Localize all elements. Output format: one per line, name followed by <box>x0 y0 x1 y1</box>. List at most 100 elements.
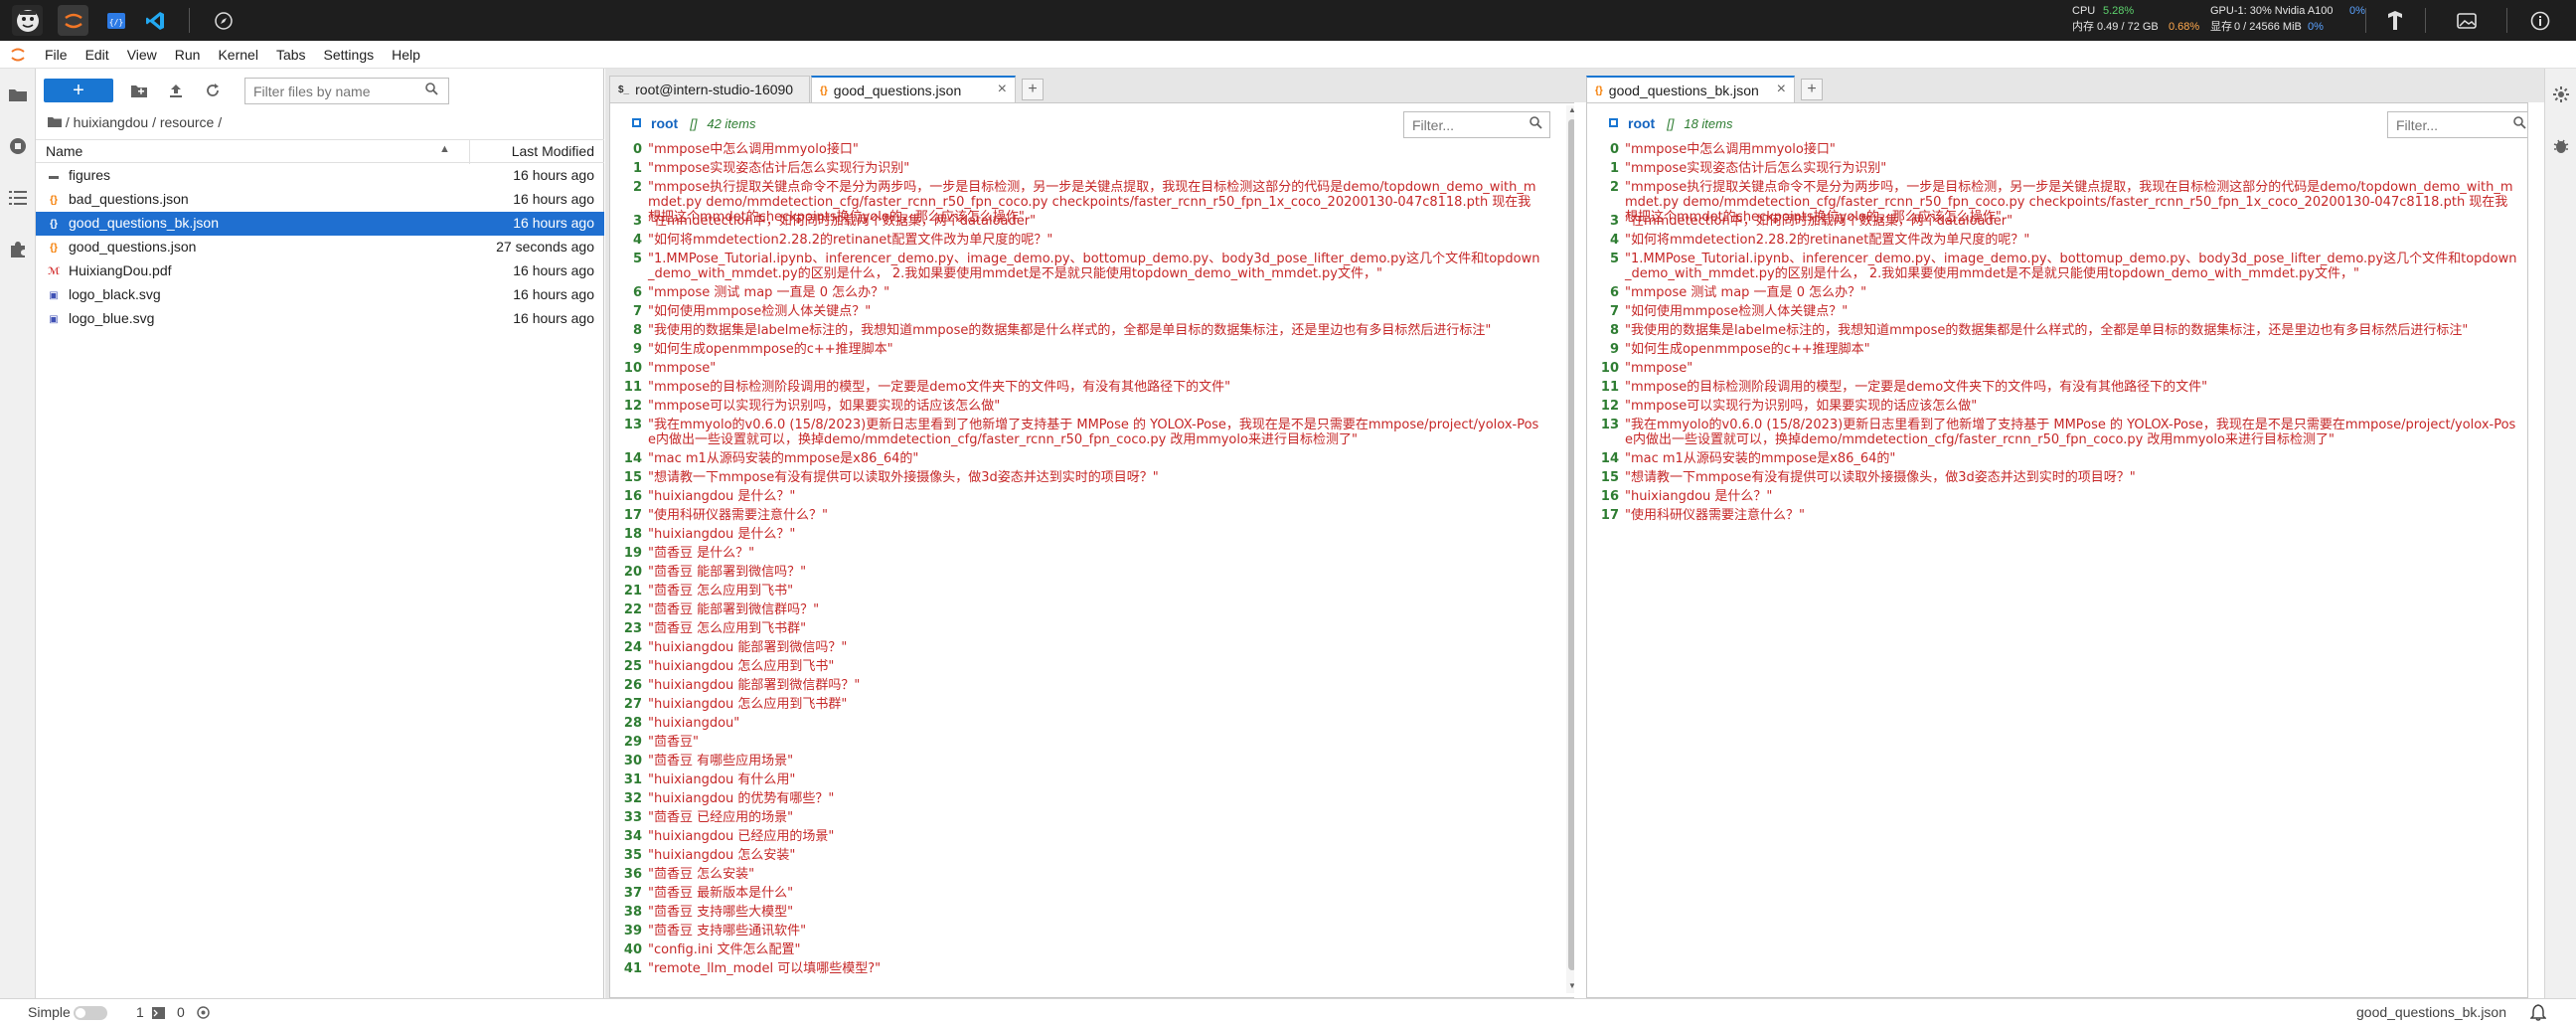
json-string-value[interactable]: "huixiangdou 怎么应用到飞书" <box>648 659 1542 674</box>
json-string-value[interactable]: "茴香豆 已经应用的场景" <box>648 810 1542 825</box>
json-item-row[interactable]: 16 "huixiangdou 是什么？" <box>610 489 1542 504</box>
json-string-value[interactable]: "茴香豆 支持哪些通讯软件" <box>648 924 1542 939</box>
refresh-icon[interactable] <box>201 79 225 102</box>
json-string-value[interactable]: "在mmdetection中，如何同时加载两个数据集，两个dataloader" <box>648 214 1542 229</box>
file-row[interactable]: ℳ HuixiangDou.pdf 16 hours ago <box>36 259 604 283</box>
json-item-row[interactable]: 11 "mmpose的目标检测阶段调用的模型，一定要是demo文件夹下的文件吗，有… <box>610 380 1542 395</box>
file-row[interactable]: {} good_questions_bk.json 16 hours ago <box>36 212 604 236</box>
add-tab-icon[interactable]: + <box>1801 79 1823 100</box>
json-item-row[interactable]: 21 "茴香豆 怎么应用到飞书" <box>610 584 1542 598</box>
extension-manager-icon[interactable] <box>6 238 30 261</box>
json-string-value[interactable]: "huixiangdou 有什么用" <box>648 772 1542 787</box>
json-string-value[interactable]: "huixiangdou 已经应用的场景" <box>648 829 1542 844</box>
json-string-value[interactable]: "mmpose中怎么调用mmyolo接口" <box>648 142 1542 157</box>
json-item-row[interactable]: 19 "茴香豆 是什么？" <box>610 546 1542 561</box>
json-item-row[interactable]: 12 "mmpose可以实现行为识别吗，如果要实现的话应该怎么做" <box>610 399 1542 414</box>
json-string-value[interactable]: "mmpose 测试 map 一直是 0 怎么办？" <box>648 285 1542 300</box>
json-string-value[interactable]: "1.MMPose_Tutorial.ipynb、inferencer_demo… <box>1625 252 2519 281</box>
json-item-row[interactable]: 12 "mmpose可以实现行为识别吗，如果要实现的话应该怎么做" <box>1587 399 2519 414</box>
json-string-value[interactable]: "huixiangdou 能部署到微信群吗？" <box>648 678 1542 693</box>
json-item-row[interactable]: 6 "mmpose 测试 map 一直是 0 怎么办？" <box>1587 285 2519 300</box>
vscode-icon[interactable] <box>139 5 170 36</box>
json-item-row[interactable]: 2 "mmpose执行提取关键点命令不是分为两步吗，一步是目标检测，另一步是关键点… <box>1587 180 2519 225</box>
property-inspector-icon[interactable] <box>2549 83 2573 106</box>
json-string-value[interactable]: "茴香豆 能部署到微信吗？" <box>648 565 1542 580</box>
json-item-row[interactable]: 40 "config.ini 文件怎么配置" <box>610 942 1542 957</box>
json-item-row[interactable]: 25 "huixiangdou 怎么应用到飞书" <box>610 659 1542 674</box>
collapse-toggle-icon[interactable] <box>1609 118 1618 127</box>
menu-help[interactable]: Help <box>383 47 429 63</box>
json-string-value[interactable]: "我在mmyolo的v0.6.0 (15/8/2023)更新日志里看到了他新增了… <box>648 418 1542 447</box>
json-item-row[interactable]: 23 "茴香豆 怎么应用到飞书群" <box>610 621 1542 636</box>
json-item-row[interactable]: 0 "mmpose中怎么调用mmyolo接口" <box>610 142 1542 157</box>
name-column-header[interactable]: Name <box>46 143 82 159</box>
menu-edit[interactable]: Edit <box>77 47 118 63</box>
json-item-row[interactable]: 20 "茴香豆 能部署到微信吗？" <box>610 565 1542 580</box>
json-string-value[interactable]: "mmpose 测试 map 一直是 0 怎么办？" <box>1625 285 2519 300</box>
column-divider[interactable] <box>469 140 470 164</box>
code-editor-icon[interactable]: {/} <box>100 5 131 36</box>
json-string-value[interactable]: "如何使用mmpose检测人体关键点？" <box>648 304 1542 319</box>
json-string-value[interactable]: "茴香豆 能部署到微信群吗？" <box>648 602 1542 617</box>
json-item-row[interactable]: 37 "茴香豆 最新版本是什么" <box>610 886 1542 901</box>
json-item-row[interactable]: 33 "茴香豆 已经应用的场景" <box>610 810 1542 825</box>
terminal-count[interactable]: 0 <box>177 1004 185 1020</box>
json-string-value[interactable]: "mmpose可以实现行为识别吗，如果要实现的话应该怎么做" <box>648 399 1542 414</box>
json-string-value[interactable]: "茴香豆 是什么？" <box>648 546 1542 561</box>
add-tab-icon[interactable]: + <box>1022 79 1044 100</box>
json-item-row[interactable]: 24 "huixiangdou 能部署到微信吗？" <box>610 640 1542 655</box>
image-gallery-icon[interactable] <box>2451 5 2482 36</box>
json-string-value[interactable]: "huixiangdou 是什么？" <box>648 527 1542 542</box>
json-string-value[interactable]: "mmpose" <box>648 361 1542 376</box>
json-string-value[interactable]: "我使用的数据集是labelme标注的，我想知道mmpose的数据集都是什么样式… <box>1625 323 2519 338</box>
json-item-row[interactable]: 5 "1.MMPose_Tutorial.ipynb、inferencer_dem… <box>610 252 1542 281</box>
intern-logo-icon[interactable] <box>12 5 43 36</box>
folder-icon[interactable] <box>6 83 30 106</box>
json-item-row[interactable]: 6 "mmpose 测试 map 一直是 0 怎么办？" <box>610 285 1542 300</box>
json-item-row[interactable]: 16 "huixiangdou 是什么？" <box>1587 489 2519 504</box>
json-string-value[interactable]: "如何将mmdetection2.28.2的retinanet配置文件改为单尺度… <box>648 233 1542 248</box>
json-item-row[interactable]: 18 "huixiangdou 是什么？" <box>610 527 1542 542</box>
json-item-row[interactable]: 31 "huixiangdou 有什么用" <box>610 772 1542 787</box>
json-string-value[interactable]: "mmpose实现姿态估计后怎么实现行为识别" <box>1625 161 2519 176</box>
json-item-row[interactable]: 5 "1.MMPose_Tutorial.ipynb、inferencer_dem… <box>1587 252 2519 281</box>
json-string-value[interactable]: "我在mmyolo的v0.6.0 (15/8/2023)更新日志里看到了他新增了… <box>1625 418 2519 447</box>
json-string-value[interactable]: "mmpose中怎么调用mmyolo接口" <box>1625 142 2519 157</box>
tab-good-questions[interactable]: {} good_questions.json × <box>811 76 1016 103</box>
json-string-value[interactable]: "在mmdetection中，如何同时加载两个数据集，两个dataloader" <box>1625 214 2519 229</box>
json-item-row[interactable]: 4 "如何将mmdetection2.28.2的retinanet配置文件改为单尺… <box>1587 233 2519 248</box>
json-string-value[interactable]: "config.ini 文件怎么配置" <box>648 942 1542 957</box>
json-string-value[interactable]: "想请教一下mmpose有没有提供可以读取外接摄像头，做3d姿态并达到实时的项目… <box>1625 470 2519 485</box>
menu-run[interactable]: Run <box>166 47 210 63</box>
table-of-contents-icon[interactable] <box>6 186 30 210</box>
running-sessions-icon[interactable] <box>6 134 30 158</box>
json-string-value[interactable]: "使用科研仪器需要注意什么？" <box>1625 508 2519 523</box>
json-item-row[interactable]: 3 "在mmdetection中，如何同时加载两个数据集，两个dataloader… <box>1587 214 2519 229</box>
json-item-row[interactable]: 34 "huixiangdou 已经应用的场景" <box>610 829 1542 844</box>
jupyter-icon[interactable] <box>58 5 88 36</box>
file-row[interactable]: ▬ figures 16 hours ago <box>36 164 604 188</box>
json-item-row[interactable]: 36 "茴香豆 怎么安装" <box>610 867 1542 882</box>
file-filter-input[interactable] <box>244 78 449 104</box>
json-string-value[interactable]: "remote_llm_model 可以填哪些模型?" <box>648 961 1542 976</box>
menu-kernel[interactable]: Kernel <box>209 47 266 63</box>
json-item-row[interactable]: 27 "huixiangdou 怎么应用到飞书群" <box>610 697 1542 712</box>
json-string-value[interactable]: "茴香豆 怎么应用到飞书群" <box>648 621 1542 636</box>
file-row[interactable]: ▣ logo_black.svg 16 hours ago <box>36 283 604 307</box>
file-row[interactable]: {} bad_questions.json 16 hours ago <box>36 188 604 212</box>
json-item-row[interactable]: 0 "mmpose中怎么调用mmyolo接口" <box>1587 142 2519 157</box>
file-row[interactable]: {} good_questions.json 27 seconds ago <box>36 236 604 259</box>
json-string-value[interactable]: "茴香豆 有哪些应用场景" <box>648 754 1542 769</box>
json-root[interactable]: root [] 18 items <box>1609 115 1732 131</box>
menu-tabs[interactable]: Tabs <box>267 47 315 63</box>
kernel-count[interactable]: 1 <box>136 1004 144 1020</box>
json-string-value[interactable]: "茴香豆 最新版本是什么" <box>648 886 1542 901</box>
json-string-value[interactable]: "茴香豆 支持哪些大模型" <box>648 905 1542 920</box>
json-string-value[interactable]: "如何生成openmmpose的c++推理脚本" <box>648 342 1542 357</box>
tab-terminal[interactable]: $_ root@intern-studio-16090 <box>609 76 810 102</box>
new-folder-icon[interactable] <box>127 79 151 102</box>
json-item-row[interactable]: 7 "如何使用mmpose检测人体关键点？" <box>610 304 1542 319</box>
collapse-toggle-icon[interactable] <box>632 118 641 127</box>
json-filter-input[interactable] <box>1403 111 1550 138</box>
json-item-row[interactable]: 30 "茴香豆 有哪些应用场景" <box>610 754 1542 769</box>
